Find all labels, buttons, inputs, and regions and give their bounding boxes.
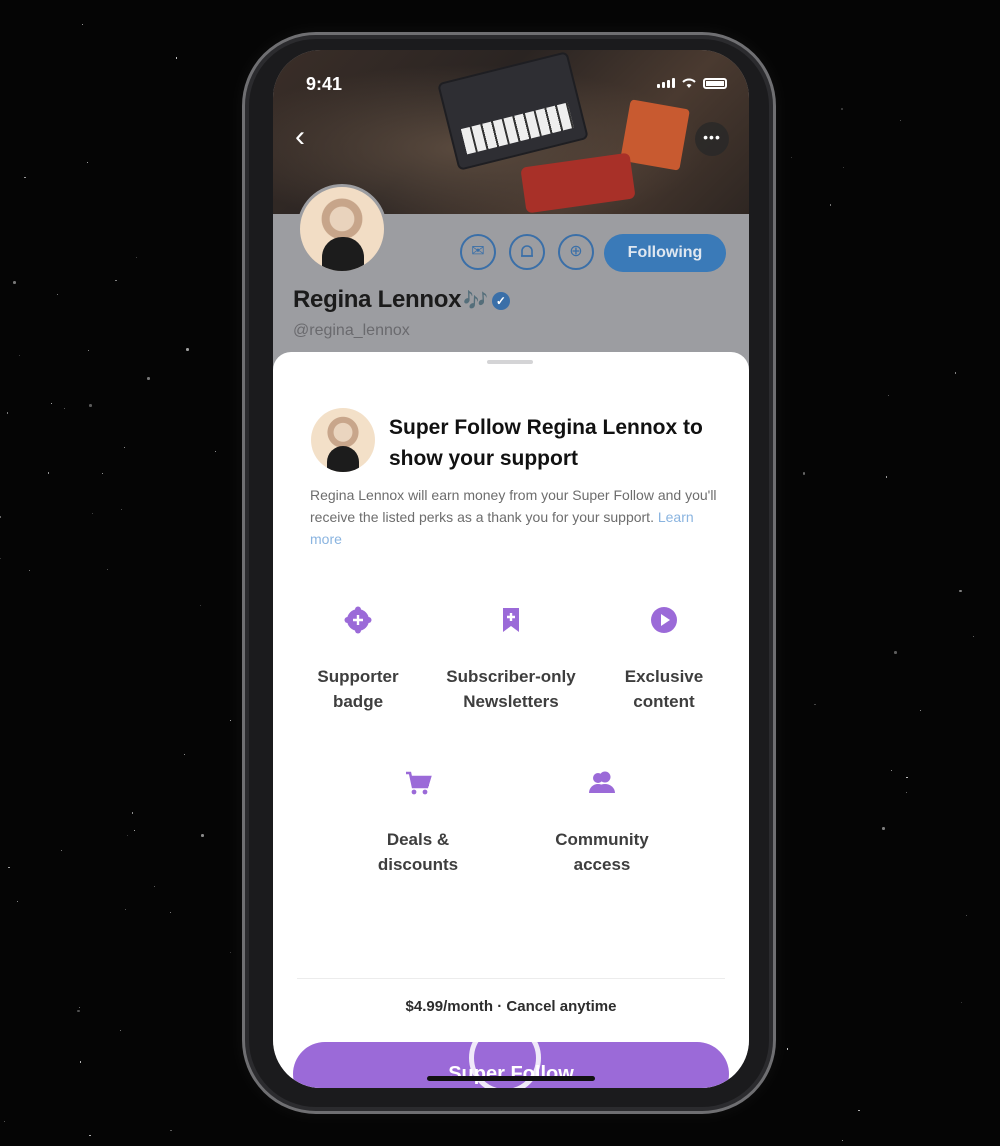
bell-plus-icon	[521, 245, 533, 257]
profile-name: Regina Lennox 🎶 ✓	[293, 286, 510, 314]
price-text: $4.99/month · Cancel anytime	[405, 998, 617, 1015]
bookmark-plus-icon	[503, 608, 519, 632]
notify-button[interactable]	[509, 234, 545, 270]
perk-exclusive-content: Exclusive content	[601, 606, 727, 714]
sheet-grabber[interactable]	[487, 360, 533, 364]
more-dots-icon: •••	[703, 129, 721, 145]
perk-supporter-badge: Supporter badge	[295, 606, 421, 714]
sheet-avatar	[311, 408, 375, 472]
music-notes-emoji: 🎶	[463, 290, 488, 312]
sheet-title: Super Follow Regina Lennox to show your …	[389, 416, 703, 470]
chevron-left-icon: ‹	[295, 120, 305, 153]
verified-badge-icon: ✓	[491, 292, 510, 310]
message-button[interactable]: ✉	[460, 234, 496, 270]
following-button[interactable]: Following	[604, 234, 726, 272]
signal-icon	[657, 78, 675, 88]
status-icons	[657, 77, 727, 89]
more-button[interactable]: •••	[695, 122, 729, 156]
profile-avatar[interactable]	[297, 184, 387, 274]
sheet-description: Regina Lennox will earn money from your …	[310, 487, 717, 547]
perk-newsletters: Subscriber-only Newsletters	[429, 606, 593, 714]
sheet-divider	[297, 978, 725, 979]
add-button[interactable]: ⊕	[558, 234, 594, 270]
wifi-icon	[682, 78, 696, 88]
cart-icon	[406, 771, 432, 795]
battery-icon	[703, 77, 727, 89]
home-indicator	[427, 1076, 595, 1081]
phone-screen: 9:41 ‹ ••• ✉ ⊕ Following Regina Lennox 🎶 ✓…	[273, 50, 749, 1088]
super-follow-sheet: Super Follow Regina Lennox to show your …	[273, 352, 749, 1088]
back-button[interactable]: ‹	[295, 122, 305, 152]
status-time: 9:41	[306, 74, 343, 94]
mail-icon: ✉	[471, 243, 485, 260]
profile-handle: @regina_lennox	[293, 322, 410, 339]
perk-deals: Deals & discounts	[355, 769, 481, 877]
community-icon	[589, 771, 615, 793]
badge-icon	[344, 606, 372, 634]
perk-community-access: Community access	[527, 769, 677, 877]
play-circle-icon	[651, 607, 677, 633]
add-circle-icon: ⊕	[569, 243, 583, 260]
